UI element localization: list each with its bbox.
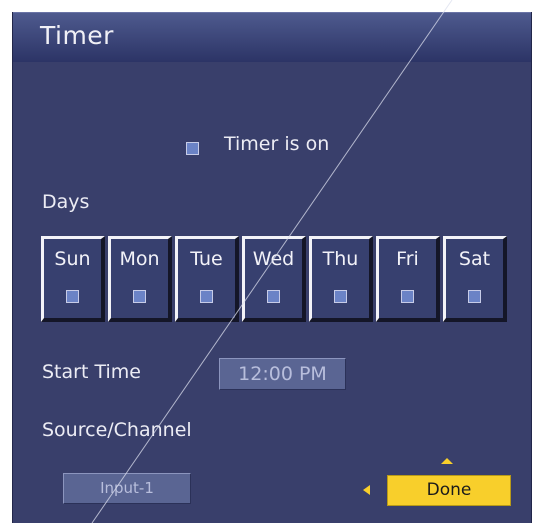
source-channel-label: Source/Channel — [42, 419, 192, 441]
done-button[interactable]: Done — [387, 475, 511, 506]
day-checkbox[interactable] — [66, 290, 79, 303]
day-checkbox[interactable] — [334, 290, 347, 303]
title-bar: Timer — [13, 12, 531, 62]
start-time-field[interactable]: 12:00 PM — [219, 358, 346, 390]
day-fri[interactable]: Fri — [376, 236, 440, 322]
left-arrow-icon — [363, 485, 370, 495]
day-wed[interactable]: Wed — [242, 236, 306, 322]
day-checkbox[interactable] — [200, 290, 213, 303]
day-checkbox[interactable] — [133, 290, 146, 303]
day-checkbox[interactable] — [401, 290, 414, 303]
start-time-label: Start Time — [42, 361, 141, 383]
days-heading: Days — [42, 191, 90, 213]
day-label: Sun — [54, 248, 91, 270]
up-arrow-icon — [441, 458, 453, 464]
day-checkbox[interactable] — [267, 290, 280, 303]
timer-on-label: Timer is on — [224, 133, 330, 155]
day-label: Fri — [396, 248, 419, 270]
timer-on-checkbox[interactable] — [186, 142, 199, 155]
timer-panel: Timer Timer is on Days Sun Mon Tue Wed T… — [12, 12, 532, 523]
day-thu[interactable]: Thu — [309, 236, 373, 322]
day-checkbox[interactable] — [468, 290, 481, 303]
day-label: Tue — [190, 248, 223, 270]
day-sun[interactable]: Sun — [41, 236, 105, 322]
day-sat[interactable]: Sat — [443, 236, 507, 322]
day-label: Sat — [458, 248, 491, 270]
source-channel-field[interactable]: Input-1 — [63, 473, 191, 504]
day-label: Wed — [252, 248, 295, 270]
window-title: Timer — [40, 21, 114, 50]
day-tue[interactable]: Tue — [175, 236, 239, 322]
day-label: Thu — [322, 248, 359, 270]
day-label: Mon — [119, 248, 160, 270]
day-mon[interactable]: Mon — [108, 236, 172, 322]
